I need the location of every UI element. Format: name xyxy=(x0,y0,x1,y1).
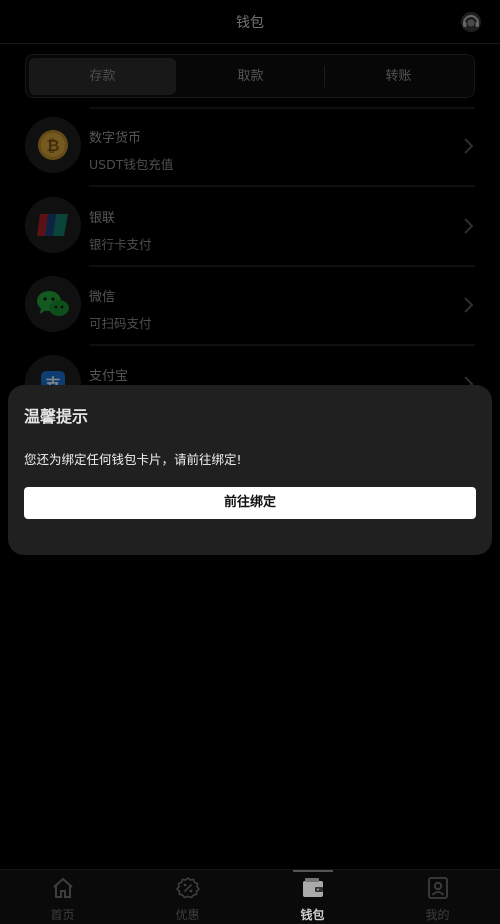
tab-label: 优惠 xyxy=(175,908,200,922)
go-bind-button[interactable]: 前往绑定 xyxy=(24,487,476,519)
tab-promotions[interactable]: 优惠 xyxy=(125,870,250,924)
tab-label: 首页 xyxy=(50,908,75,922)
dialog-title: 温馨提示 xyxy=(24,407,89,426)
home-icon xyxy=(52,877,73,898)
tab-home[interactable]: 首页 xyxy=(0,870,125,924)
tab-wallet[interactable]: 钱包 xyxy=(250,870,375,924)
tab-profile[interactable]: 我的 xyxy=(375,870,500,924)
bottom-tab-bar: 首页 优惠 钱包 我的 xyxy=(0,869,500,924)
wallet-icon xyxy=(302,878,323,897)
tab-label: 我的 xyxy=(425,908,450,922)
tab-label: 钱包 xyxy=(300,908,325,922)
bind-card-dialog: 温馨提示 您还为绑定任何钱包卡片，请前往绑定! 前往绑定 xyxy=(8,385,492,555)
profile-icon xyxy=(427,877,448,899)
discount-icon xyxy=(175,876,200,899)
dialog-message: 您还为绑定任何钱包卡片，请前往绑定! xyxy=(24,452,242,467)
active-tab-indicator xyxy=(293,870,333,872)
